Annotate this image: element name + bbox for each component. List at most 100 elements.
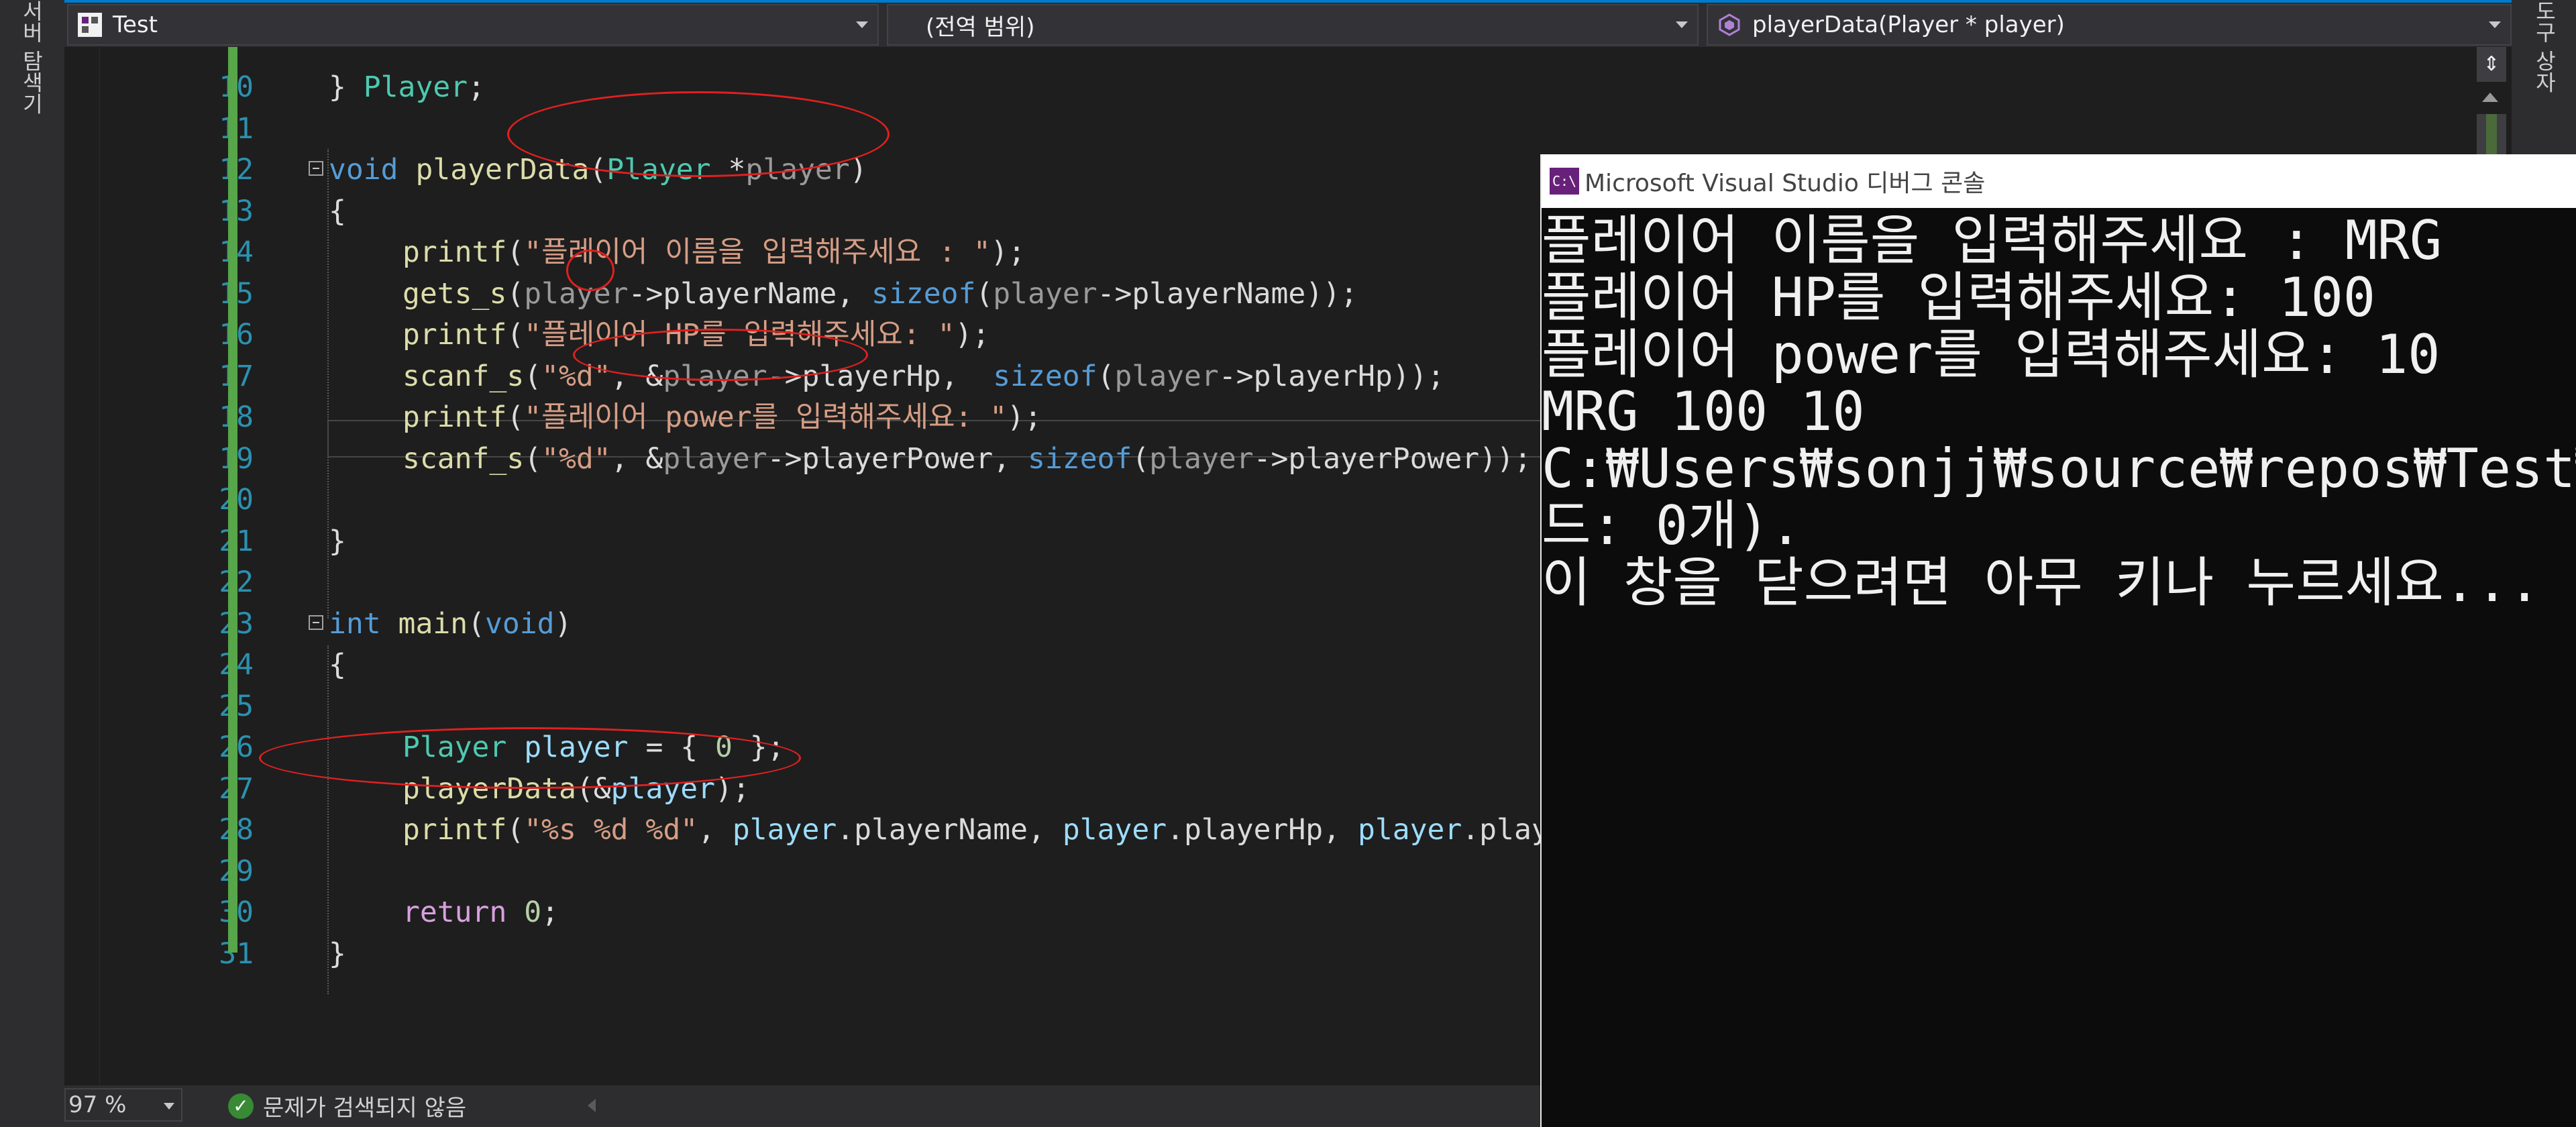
code-token: playerName: [663, 276, 837, 311]
collapse-toggle[interactable]: [309, 614, 323, 630]
chevron-down-icon: [2489, 21, 2501, 28]
code-token: ,: [1028, 813, 1063, 847]
code-token: player: [732, 813, 837, 847]
code-line[interactable]: [246, 109, 1856, 150]
code-token: ->: [1253, 441, 1289, 476]
issues-text: 문제가 검색되지 않음: [263, 1095, 467, 1122]
annotation-ellipse: [566, 250, 614, 291]
code-token: ,: [837, 276, 872, 311]
scroll-left-arrow-icon[interactable]: [588, 1099, 596, 1112]
project-dropdown[interactable]: Test: [67, 4, 879, 46]
split-window-button[interactable]: ⇕: [2477, 47, 2506, 82]
code-line[interactable]: } Player;: [246, 67, 1856, 109]
code-token: , &: [610, 441, 663, 476]
code-token: printf: [402, 813, 507, 847]
code-token: (: [1132, 441, 1150, 476]
code-token: ,: [993, 441, 1028, 476]
code-token: (: [506, 276, 525, 311]
code-token: }: [329, 524, 346, 558]
code-token: (: [506, 318, 525, 352]
console-line: 플레이어 이름을 입력해주세요 : MRG: [1542, 212, 2443, 269]
scroll-up-arrow-icon[interactable]: [2482, 93, 2498, 102]
code-token: printf: [402, 400, 507, 434]
code-token: );: [955, 318, 990, 352]
code-token: ,: [941, 359, 994, 393]
annotation-ellipse: [573, 329, 868, 381]
code-token: 0: [506, 896, 542, 929]
console-output[interactable]: 플레이어 이름을 입력해주세요 : MRG 플레이어 HP를 입력해주세요: 1…: [1542, 212, 2576, 611]
code-token: printf: [402, 235, 507, 269]
code-token: main: [380, 606, 468, 641]
code-token: .play: [1462, 813, 1549, 847]
code-token: );: [990, 235, 1026, 269]
code-token: sizeof: [1028, 441, 1132, 476]
code-token: {: [329, 648, 346, 682]
annotation-ellipse: [507, 91, 890, 177]
code-token: sizeof: [993, 359, 1097, 393]
navigation-bar: Test (전역 범위) playerData(Player * player): [64, 3, 2512, 47]
code-token: (: [1097, 359, 1115, 393]
code-token: "플레이어 power를 입력해주세요: ": [524, 400, 1008, 434]
debug-console-window[interactable]: C:\ Microsoft Visual Studio 디버그 콘솔 플레이어 …: [1540, 154, 2576, 1127]
code-token: playerPower: [1288, 441, 1480, 476]
code-token: gets_s: [402, 276, 507, 311]
method-icon: [1715, 10, 1744, 40]
code-token: ;: [468, 70, 486, 104]
code-token: "%d": [541, 441, 611, 476]
code-token: void: [485, 606, 555, 641]
code-token: (: [468, 606, 486, 641]
left-tool-strip[interactable]: 서버 탐색기: [0, 0, 66, 1127]
project-name: Test: [113, 11, 158, 38]
toolbox-tab[interactable]: 도구 상자: [2529, 0, 2560, 93]
code-token: (: [506, 813, 525, 847]
zoom-dropdown[interactable]: 97 %: [64, 1088, 182, 1122]
console-line: 플레이어 HP를 입력해주세요: 100: [1542, 269, 2376, 326]
console-line: 이 창을 닫으려면 아무 키나 누르세요...: [1542, 554, 2541, 611]
code-token: }: [329, 936, 346, 971]
code-token: .playerHp: [1167, 813, 1324, 847]
console-app-icon: C:\: [1550, 168, 1579, 195]
console-line: MRG 100 10: [1542, 383, 1865, 440]
code-token: ));: [1479, 441, 1532, 476]
code-token: (: [975, 276, 994, 311]
console-line: C:₩Users₩sonjj₩source₩repos₩Test₩Debu: [1542, 440, 2576, 497]
indicator-margin[interactable]: [64, 47, 100, 1085]
code-token: ));: [1305, 276, 1358, 311]
code-token: printf: [402, 318, 507, 352]
code-token: (: [524, 441, 542, 476]
code-token: player: [993, 276, 1097, 311]
code-token: .playerName: [837, 813, 1028, 847]
console-title-bar[interactable]: C:\ Microsoft Visual Studio 디버그 콘솔: [1542, 154, 2576, 208]
chevron-down-icon: [164, 1103, 174, 1110]
code-token: {: [329, 194, 346, 228]
code-token: playerHp: [1253, 359, 1393, 393]
code-token: player: [1149, 441, 1254, 476]
code-token: Player: [363, 70, 468, 104]
zoom-level: 97 %: [68, 1091, 127, 1118]
code-token: playerPower: [802, 441, 994, 476]
code-token: player: [1357, 813, 1462, 847]
code-token: int: [329, 606, 381, 641]
member-name: playerData(Player * player): [1752, 11, 2065, 38]
code-token: }: [329, 70, 364, 104]
code-token: scanf_s: [402, 359, 525, 393]
console-line: 드: 0개).: [1542, 497, 1803, 554]
code-token: ->: [628, 276, 663, 311]
code-token: (: [524, 359, 542, 393]
scope-dropdown[interactable]: (전역 범위): [887, 4, 1699, 46]
code-token: "%s %d %d": [524, 813, 698, 847]
chevron-down-icon: [856, 21, 868, 28]
console-line: 플레이어 power를 입력해주세요: 10: [1542, 326, 2440, 383]
code-token: ->: [1218, 359, 1254, 393]
change-tracking-bar: [228, 47, 237, 953]
member-dropdown[interactable]: playerData(Player * player): [1707, 4, 2512, 46]
server-explorer-tab[interactable]: 서버 탐색기: [16, 0, 47, 114]
issues-indicator[interactable]: ✓ 문제가 검색되지 않음: [228, 1089, 466, 1122]
collapse-toggle[interactable]: [309, 161, 323, 176]
code-token: player: [1062, 813, 1167, 847]
code-token: player: [663, 441, 767, 476]
code-token: playerName: [1132, 276, 1306, 311]
code-token: );: [1007, 400, 1042, 434]
code-token: ;: [541, 896, 559, 929]
code-token: ->: [1097, 276, 1132, 311]
